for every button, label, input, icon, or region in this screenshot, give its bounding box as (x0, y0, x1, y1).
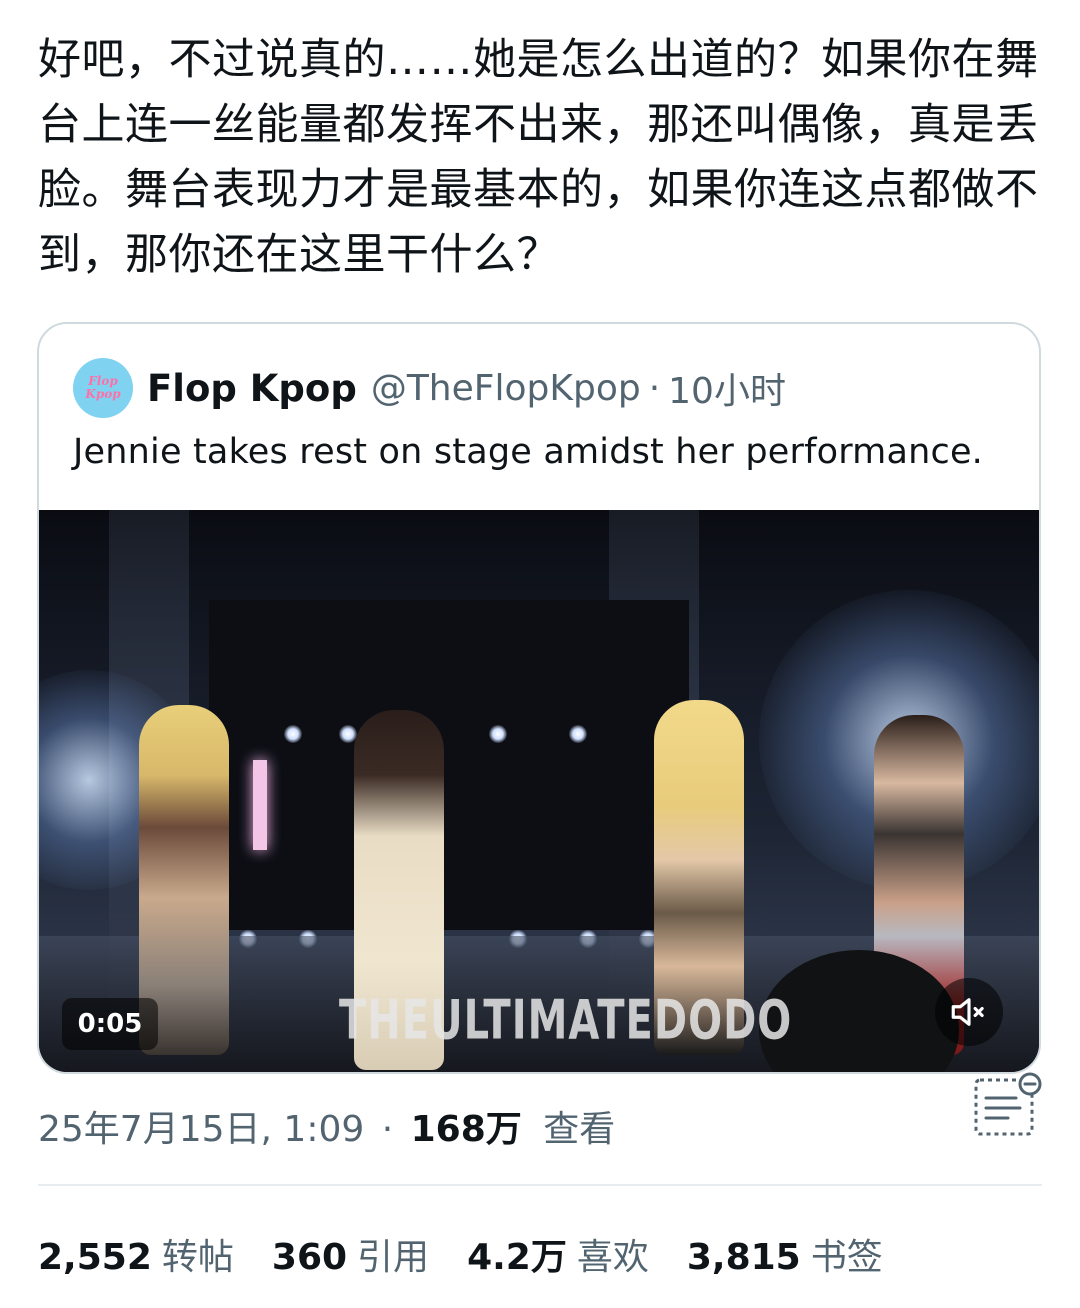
separator-dot: · (648, 367, 661, 409)
stat-label: 书签 (810, 1237, 883, 1278)
stat-quotes[interactable]: 360 引用 (272, 1228, 429, 1280)
views-count: 168万 (410, 1109, 522, 1150)
stage-screen (209, 600, 689, 930)
stat-count: 360 (271, 1237, 348, 1278)
speaker-muted-icon (951, 998, 984, 1026)
quote-timestamp[interactable]: 10小时 (668, 362, 786, 414)
stat-label: 喜欢 (576, 1237, 649, 1278)
mute-button[interactable] (935, 978, 1003, 1046)
stat-count: 4.2万 (467, 1237, 567, 1278)
views-label: 查看 (543, 1109, 616, 1150)
stat-likes[interactable]: 4.2万 喜欢 (467, 1228, 649, 1280)
engagement-stats: 2,552 转帖 360 引用 4.2万 喜欢 3,815 书签 (38, 1228, 921, 1280)
stat-reposts[interactable]: 2,552 转帖 (38, 1228, 234, 1280)
stage-light (489, 725, 507, 743)
author-name[interactable]: Flop Kpop (147, 367, 357, 410)
stat-label: 转帖 (161, 1237, 234, 1278)
tweet-datetime[interactable]: 25年7月15日, 1:09 (38, 1109, 364, 1150)
quoted-tweet-header: Flop Kpop Flop Kpop @TheFlopKpop · 10小时 (73, 358, 786, 418)
stat-count: 3,815 (686, 1237, 801, 1278)
quoted-tweet-text: Jennie takes rest on stage amidst her pe… (73, 432, 984, 472)
author-handle[interactable]: @TheFlopKpop (371, 368, 641, 409)
divider (38, 1184, 1042, 1186)
stat-bookmarks[interactable]: 3,815 书签 (687, 1228, 883, 1280)
tweet-meta: 25年7月15日, 1:09 · 168万 查看 (38, 1100, 615, 1152)
video-watermark: THEULTIMATEDODO (339, 990, 793, 1053)
avatar-text-bottom: Kpop (85, 387, 121, 401)
stage-light (569, 725, 587, 743)
video-player[interactable]: THEULTIMATEDODO 0:05 (39, 510, 1039, 1072)
video-timecode: 0:05 (62, 998, 158, 1050)
summary-button[interactable] (972, 1072, 1044, 1138)
quoted-tweet-card[interactable]: Flop Kpop Flop Kpop @TheFlopKpop · 10小时 … (37, 322, 1041, 1074)
meta-separator: · (381, 1109, 394, 1150)
stat-count: 2,552 (38, 1237, 152, 1278)
stage-pink-light (253, 760, 267, 850)
stat-label: 引用 (357, 1237, 430, 1278)
stage-light (284, 725, 302, 743)
tweet-text: 好吧，不过说真的……她是怎么出道的？如果你在舞台上连一丝能量都发挥不出来，那还叫… (38, 35, 1039, 280)
summary-icon (974, 1072, 1042, 1136)
avatar[interactable]: Flop Kpop (73, 358, 133, 418)
